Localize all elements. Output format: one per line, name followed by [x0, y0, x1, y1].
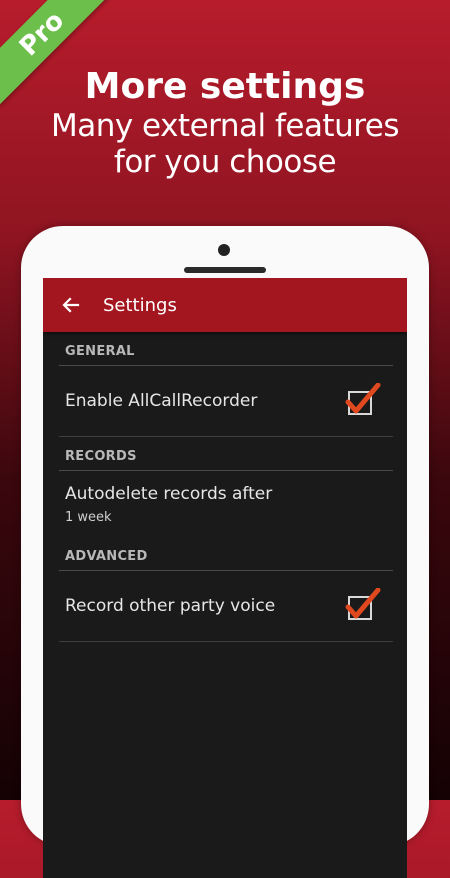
section-header-general: GENERAL: [59, 332, 393, 366]
phone-screen: Settings GENERAL Enable AllCallRecorder …: [43, 278, 407, 878]
promo-subtitle-line1: Many external features: [50, 108, 400, 144]
phone-speaker: [184, 267, 266, 273]
setting-autodelete[interactable]: Autodelete records after 1 week: [59, 471, 393, 537]
pro-label: Pro: [13, 5, 71, 63]
setting-autodelete-label: Autodelete records after: [65, 483, 273, 504]
setting-record-other-party[interactable]: Record other party voice: [59, 571, 393, 642]
promo-subtitle-line2: for you choose: [113, 144, 337, 180]
enable-recorder-checkbox[interactable]: [345, 382, 381, 419]
section-header-records: RECORDS: [59, 437, 393, 471]
setting-record-other-party-label: Record other party voice: [65, 596, 276, 616]
record-other-party-checkbox[interactable]: [345, 587, 381, 624]
setting-enable-recorder[interactable]: Enable AllCallRecorder: [59, 366, 393, 437]
promo-title: More settings: [84, 66, 366, 107]
arrow-back-icon[interactable]: [61, 295, 81, 315]
setting-autodelete-value: 1 week: [65, 509, 112, 525]
phone-frame: Settings GENERAL Enable AllCallRecorder …: [21, 226, 429, 878]
setting-autodelete-text: Autodelete records after 1 week: [65, 484, 272, 525]
app-bar-title: Settings: [103, 294, 177, 316]
app-bar: Settings: [43, 278, 407, 332]
section-header-advanced: ADVANCED: [59, 537, 393, 571]
phone-camera: [218, 244, 230, 256]
promo-headline: More settings Many external features for…: [0, 66, 450, 180]
setting-enable-recorder-label: Enable AllCallRecorder: [65, 391, 258, 411]
